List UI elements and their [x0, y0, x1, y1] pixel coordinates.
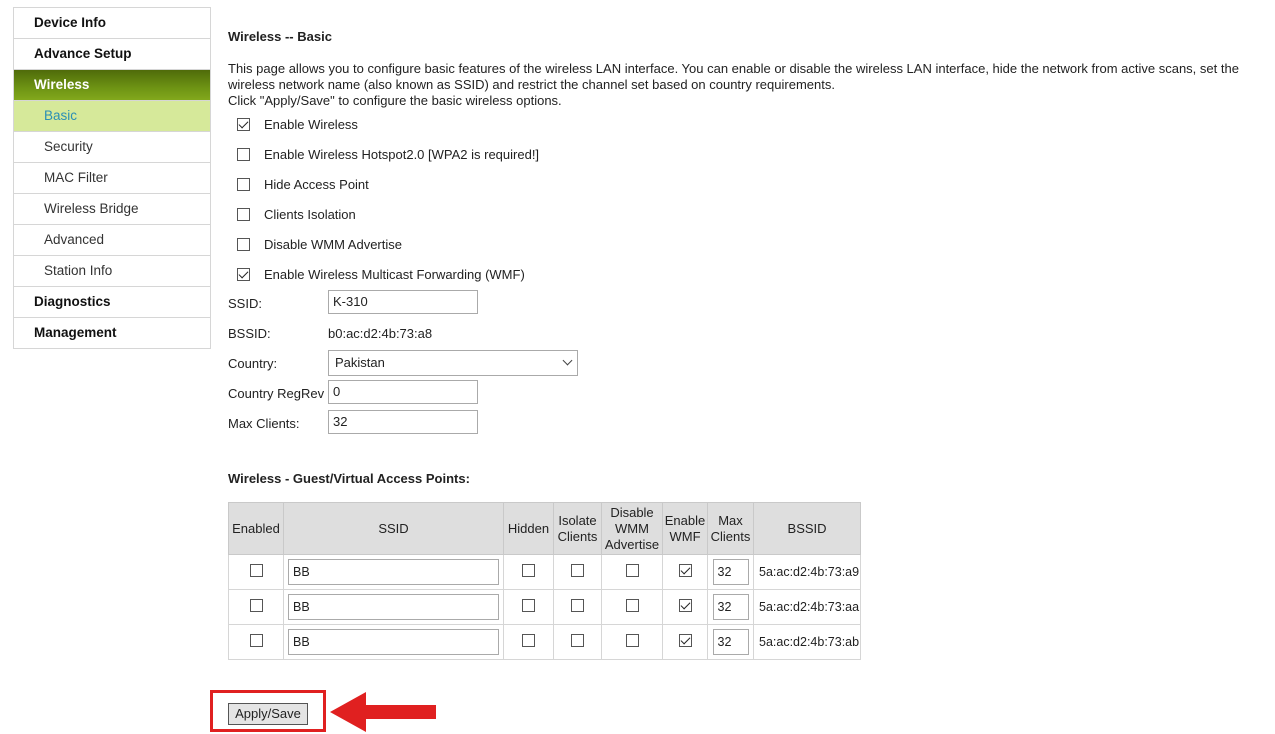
disable-wmm-checkbox[interactable] — [237, 237, 250, 251]
guest-max-clients-input[interactable]: 32 — [712, 594, 749, 620]
bssid-value: b0:ac:d2:4b:73:a8 — [328, 326, 433, 341]
clients-isolation-checkbox[interactable] — [237, 207, 250, 221]
max-clients-label: Max Clients: — [228, 416, 300, 431]
option-wmf: Enable Wireless Multicast Forwarding (WM… — [237, 264, 525, 284]
guest-disable-wmm-checkbox[interactable] — [625, 599, 639, 612]
option-disable-wmm: Disable WMM Advertise — [237, 234, 402, 254]
option-hotspot: Enable Wireless Hotspot2.0 [WPA2 is requ… — [237, 144, 539, 164]
guest-disable-wmm-checkbox[interactable] — [625, 634, 639, 647]
header-line: Advertise — [604, 536, 660, 552]
guest-enabled-checkbox[interactable] — [249, 564, 263, 577]
col-header-isolate-clients: Isolate Clients — [553, 502, 602, 555]
guest-hidden-checkbox[interactable] — [522, 564, 535, 577]
guest-enabled-checkbox[interactable] — [249, 634, 263, 647]
guest-ssid-input[interactable]: BB — [288, 559, 499, 585]
option-enable-wireless: Enable Wireless — [237, 114, 358, 134]
page-description: This page allows you to configure basic … — [228, 61, 1248, 109]
table-header-row: Enabled SSID Hidden Isolate Clients Disa… — [228, 502, 862, 555]
col-header-disable-wmm: Disable WMM Advertise — [601, 502, 663, 555]
enable-wireless-checkbox[interactable] — [237, 117, 250, 131]
col-header-hidden: Hidden — [503, 502, 554, 555]
header-line: Clients — [557, 528, 598, 544]
option-clients-isolation: Clients Isolation — [237, 204, 356, 224]
col-header-enable-wmf: Enable WMF — [662, 502, 708, 555]
sidebar-nav: Device Info Advance Setup Wireless Basic… — [13, 7, 211, 349]
enable-wireless-label: Enable Wireless — [264, 116, 358, 132]
guest-wmf-checkbox[interactable] — [678, 599, 692, 612]
guest-disable-wmm-checkbox[interactable] — [625, 564, 639, 577]
guest-ssid-input[interactable]: BB — [288, 594, 499, 620]
guest-bssid: 5a:ac:d2:4b:73:a9 — [752, 554, 862, 590]
header-line: WMM — [615, 520, 649, 536]
guest-wmf-checkbox[interactable] — [678, 564, 692, 577]
sidebar-item-wireless[interactable]: Wireless — [14, 70, 210, 101]
table-row: BB 32 5a:ac:d2:4b:73:aa — [228, 589, 862, 625]
sidebar-item-device-info[interactable]: Device Info — [14, 8, 210, 39]
header-line: Max — [718, 512, 743, 528]
sidebar-item-station-info[interactable]: Station Info — [14, 256, 210, 287]
description-text: This page allows you to configure basic … — [228, 61, 1239, 92]
ssid-label: SSID: — [228, 296, 262, 311]
guest-hidden-checkbox[interactable] — [522, 634, 535, 647]
guest-bssid: 5a:ac:d2:4b:73:aa — [752, 589, 862, 625]
header-line: Isolate — [558, 512, 597, 528]
enable-wmf-checkbox[interactable] — [237, 267, 250, 281]
sidebar-item-wireless-bridge[interactable]: Wireless Bridge — [14, 194, 210, 225]
guest-max-clients-input[interactable]: 32 — [712, 629, 749, 655]
table-row: BB 32 5a:ac:d2:4b:73:ab — [228, 624, 862, 660]
header-line: Enable — [664, 512, 706, 528]
col-header-enabled: Enabled — [228, 502, 284, 555]
sidebar-item-advance-setup[interactable]: Advance Setup — [14, 39, 210, 70]
disable-wmm-label: Disable WMM Advertise — [264, 236, 402, 252]
chevron-down-icon — [562, 355, 573, 366]
guest-enabled-checkbox[interactable] — [249, 599, 263, 612]
col-header-bssid: BSSID — [752, 502, 862, 555]
enable-hotspot-checkbox[interactable] — [237, 147, 250, 161]
guest-section-title: Wireless - Guest/Virtual Access Points: — [228, 471, 470, 486]
guest-hidden-checkbox[interactable] — [522, 599, 535, 612]
clients-isolation-label: Clients Isolation — [264, 206, 356, 222]
header-line: WMF — [669, 528, 701, 544]
guest-bssid: 5a:ac:d2:4b:73:ab — [752, 624, 862, 660]
enable-hotspot-label: Enable Wireless Hotspot2.0 [WPA2 is requ… — [264, 146, 540, 162]
page-title: Wireless -- Basic — [228, 29, 332, 44]
sidebar-item-security[interactable]: Security — [14, 132, 210, 163]
col-header-max-clients: Max Clients — [707, 502, 754, 555]
guest-access-points-table: Enabled SSID Hidden Isolate Clients Disa… — [228, 502, 862, 660]
header-line: Clients — [710, 528, 751, 544]
guest-ssid-input[interactable]: BB — [288, 629, 499, 655]
guest-max-clients-input[interactable]: 32 — [712, 559, 749, 585]
header-line: Disable — [610, 504, 654, 520]
hide-access-point-checkbox[interactable] — [237, 177, 250, 191]
ssid-input[interactable]: K-310 — [328, 290, 478, 314]
max-clients-input[interactable]: 32 — [328, 410, 478, 434]
sidebar-item-advanced[interactable]: Advanced — [14, 225, 210, 256]
col-header-ssid: SSID — [283, 502, 504, 555]
sidebar-item-basic[interactable]: Basic — [14, 101, 210, 132]
apply-save-button[interactable]: Apply/Save — [228, 703, 308, 725]
country-regrev-label: Country RegRev — [228, 386, 325, 401]
description-instruction: Click "Apply/Save" to configure the basi… — [228, 93, 562, 108]
country-selected-value: Pakistan — [335, 355, 385, 370]
guest-isolate-checkbox[interactable] — [571, 564, 584, 577]
table-row: BB 32 5a:ac:d2:4b:73:a9 — [228, 554, 862, 590]
country-regrev-input[interactable]: 0 — [328, 380, 478, 404]
sidebar-item-management[interactable]: Management — [14, 318, 210, 349]
red-arrow-icon — [330, 692, 436, 732]
guest-wmf-checkbox[interactable] — [678, 634, 692, 647]
guest-isolate-checkbox[interactable] — [571, 634, 584, 647]
hide-access-point-label: Hide Access Point — [264, 176, 369, 192]
sidebar-item-diagnostics[interactable]: Diagnostics — [14, 287, 210, 318]
guest-isolate-checkbox[interactable] — [571, 599, 584, 612]
sidebar-item-mac-filter[interactable]: MAC Filter — [14, 163, 210, 194]
bssid-label: BSSID: — [228, 326, 271, 341]
country-label: Country: — [228, 356, 278, 371]
enable-wmf-label: Enable Wireless Multicast Forwarding (WM… — [264, 266, 525, 282]
option-hide-ap: Hide Access Point — [237, 174, 369, 194]
country-select[interactable]: Pakistan — [328, 350, 578, 376]
